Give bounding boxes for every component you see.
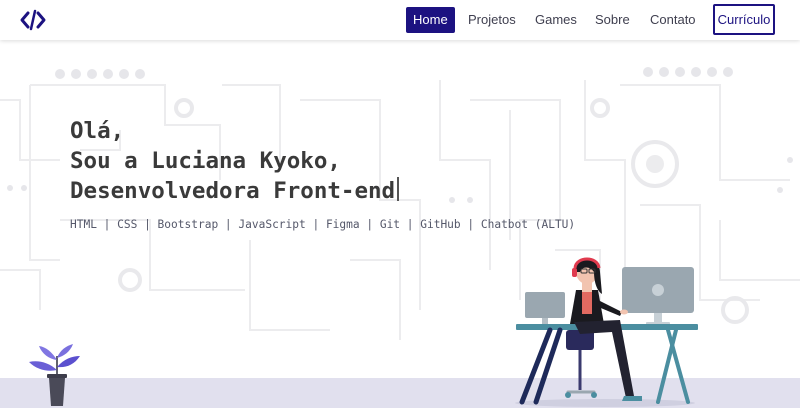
- nav-sobre[interactable]: Sobre: [588, 7, 637, 33]
- nav-home[interactable]: Home: [406, 7, 455, 33]
- hero-greeting: Olá,: [70, 118, 125, 144]
- curriculo-button[interactable]: Currículo: [713, 4, 775, 35]
- top-navbar: Home Projetos Games Sobre Contato Curríc…: [0, 0, 800, 40]
- typing-cursor: [397, 177, 400, 201]
- potted-plant-illustration: [29, 344, 80, 406]
- nav-games[interactable]: Games: [528, 7, 584, 33]
- skills-list: HTML | CSS | Bootstrap | JavaScript | Fi…: [70, 218, 576, 231]
- developer-at-desk-illustration: [515, 257, 698, 407]
- hero-role: Desenvolvedora Front-end: [70, 178, 396, 204]
- hero-role-line: Desenvolvedora Front-end: [70, 176, 400, 206]
- hero-heading: Olá, Sou a Luciana Kyoko, Desenvolvedora…: [70, 116, 400, 206]
- nav-projetos[interactable]: Projetos: [461, 7, 523, 33]
- nav-contato[interactable]: Contato: [643, 7, 703, 33]
- code-brackets-icon[interactable]: [20, 9, 46, 31]
- hero-name: Sou a Luciana Kyoko,: [70, 148, 341, 174]
